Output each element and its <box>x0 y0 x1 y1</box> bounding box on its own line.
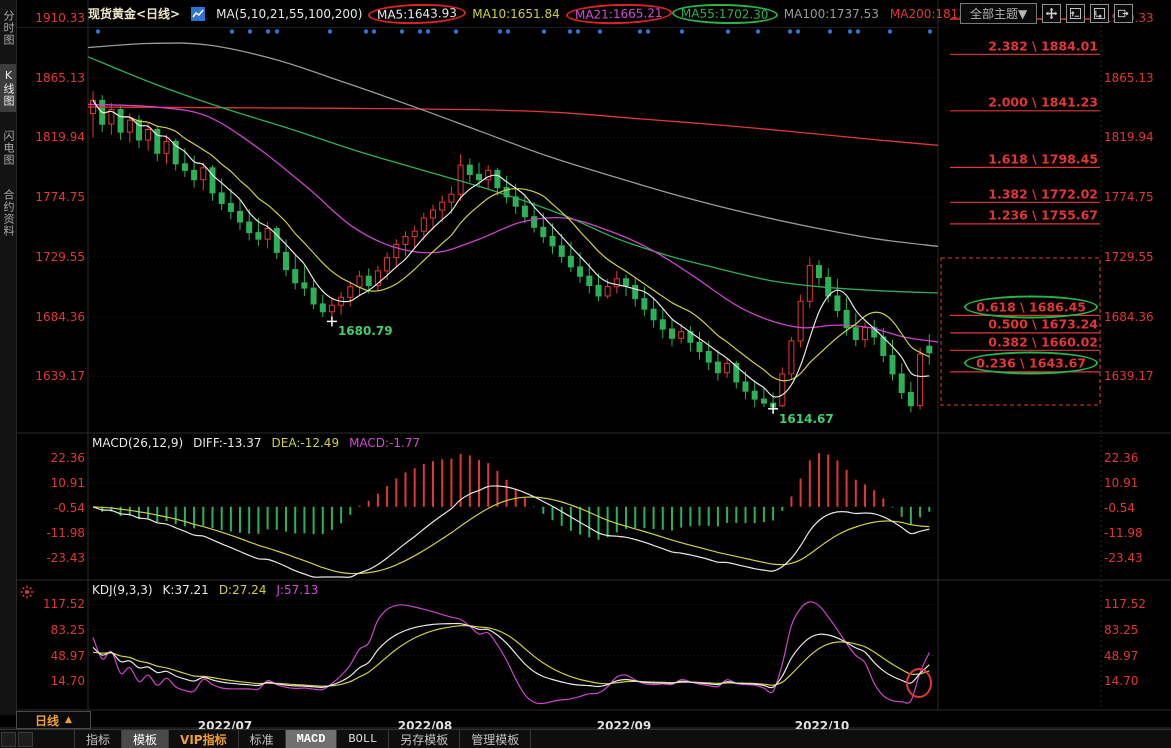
ma21-value-annotated: MA21:1665.21 <box>566 2 672 25</box>
macd-title: MACD(26,12,9) <box>92 436 183 450</box>
period-label: 日线 <box>35 712 59 729</box>
sidebar-item-timeshare[interactable]: 分时图 <box>0 5 16 51</box>
tab-indicators[interactable]: 指标 <box>74 730 122 748</box>
splitter-tab-icon[interactable] <box>18 732 33 747</box>
all-themes-button[interactable]: 全部主题▼ <box>960 3 1037 24</box>
pan-icon[interactable] <box>1042 4 1061 23</box>
tab-boll[interactable]: BOLL <box>337 730 389 748</box>
chart-type-sidebar: 分时图 K线图 闪电图 合约资料 <box>0 0 17 715</box>
new-pane-icon[interactable] <box>1066 4 1085 23</box>
macd-dea-value: DEA:-12.49 <box>272 436 340 450</box>
bottom-toolbar: 指标 模板 VIP指标 标准 MACD BOLL 另存模板 管理模板 <box>0 729 1171 748</box>
ma-params-label: MA(5,10,21,55,100,200) <box>216 7 362 21</box>
symbol-title: 现货黄金<日线> <box>88 5 180 22</box>
kdj-signal-circle-annotation <box>906 668 932 698</box>
period-selector-button[interactable]: 日线 ▲ <box>16 711 91 729</box>
expand-panel-icon[interactable] <box>1114 4 1133 23</box>
kdj-d-value: D:27.24 <box>219 583 267 597</box>
kdj-j-value: J:57.13 <box>276 583 318 597</box>
kdj-k-value: K:37.21 <box>163 583 209 597</box>
tab-standard[interactable]: 标准 <box>239 730 286 748</box>
theme-controls: 全部主题▼ <box>960 3 1133 24</box>
tab-manage-templates[interactable]: 管理模板 <box>460 730 531 748</box>
tab-macd[interactable]: MACD <box>286 730 338 748</box>
ma55-value: MA55:1702.30 <box>681 6 769 22</box>
kdj-panel-header: KDJ(9,3,3) K:37.21 D:27.24 J:57.13 <box>92 583 318 597</box>
ma21-value: MA21:1665.21 <box>575 5 663 21</box>
sidebar-item-contract-info[interactable]: 合约资料 <box>0 184 16 242</box>
chart-style-icon[interactable] <box>191 7 205 21</box>
sidebar-item-kline[interactable]: K线图 <box>0 64 16 112</box>
sidebar-item-lightning[interactable]: 闪电图 <box>0 125 16 171</box>
ma10-value: MA10:1651.84 <box>472 7 560 21</box>
axis-switch-icon[interactable] <box>1090 4 1109 23</box>
ma55-value-annotated: MA55:1702.30 <box>672 3 778 25</box>
indicator-header: 现货黄金<日线> MA(5,10,21,55,100,200) MA5:1643… <box>88 0 985 27</box>
tab-vip-indicators[interactable]: VIP指标 <box>169 730 239 748</box>
tab-templates[interactable]: 模板 <box>122 730 169 748</box>
chart-canvas[interactable] <box>0 0 1171 747</box>
kdj-title: KDJ(9,3,3) <box>92 583 153 597</box>
splitter-tab-icon[interactable] <box>1 732 16 747</box>
chevron-up-icon: ▲ <box>65 715 72 725</box>
ma5-value-annotated: MA5:1643.93 <box>368 2 466 25</box>
ma5-value: MA5:1643.93 <box>377 5 457 21</box>
ma100-value: MA100:1737.53 <box>784 7 879 21</box>
macd-panel-header: MACD(26,12,9) DIFF:-13.37 DEA:-12.49 MAC… <box>92 436 420 450</box>
toolbar-spacer <box>34 730 74 748</box>
tab-save-template[interactable]: 另存模板 <box>389 730 460 748</box>
macd-macd-value: MACD:-1.77 <box>349 436 420 450</box>
trading-app-window: 1680.791614.671910.331910.331865.131865.… <box>0 0 1171 747</box>
macd-diff-value: DIFF:-13.37 <box>193 436 261 450</box>
